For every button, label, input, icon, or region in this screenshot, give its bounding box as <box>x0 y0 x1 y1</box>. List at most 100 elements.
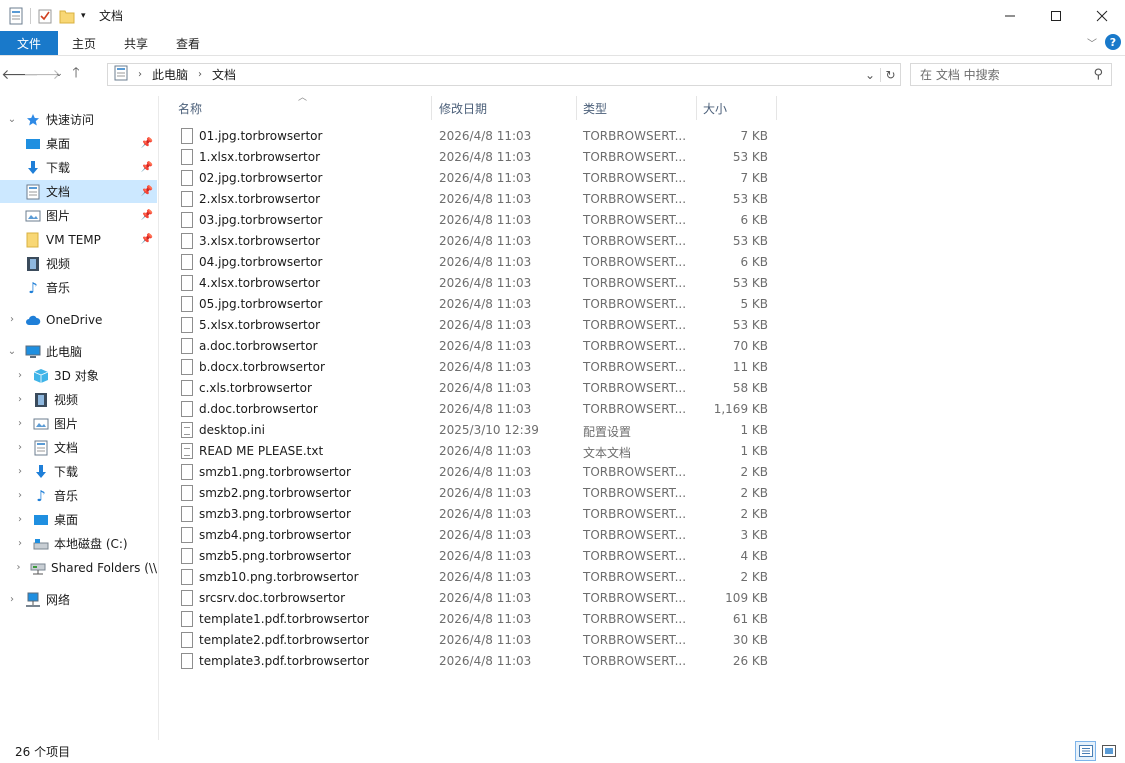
customize-dropdown-icon[interactable]: ▾ <box>81 7 91 25</box>
breadcrumb-documents[interactable]: 文档 <box>212 66 236 83</box>
nav-item-videos[interactable]: 视频 <box>0 252 157 275</box>
table-row[interactable]: smzb4.png.torbrowsertor 2026/4/8 11:03 TOR… <box>174 525 774 546</box>
nav-network[interactable]: › 网络 <box>0 588 157 611</box>
nav-item-documents[interactable]: 文档 📌 <box>0 180 157 203</box>
table-row[interactable]: template2.pdf.torbrowsertor 2026/4/8 11:0… <box>174 630 774 651</box>
search-icon[interactable]: ⚲ <box>1093 67 1103 82</box>
up-button[interactable]: 🡑 <box>65 63 87 85</box>
column-header-date[interactable]: 修改日期 <box>439 96 569 120</box>
nav-pc-videos[interactable]: › 视频 <box>0 388 157 411</box>
table-row[interactable]: smzb5.png.torbrowsertor 2026/4/8 11:03 TOR… <box>174 546 774 567</box>
nav-onedrive[interactable]: › OneDrive <box>0 308 157 331</box>
pin-icon[interactable]: 📌 <box>141 186 153 197</box>
nav-pc-3d-objects[interactable]: › 3D 对象 <box>0 364 157 387</box>
expand-ribbon-icon[interactable]: ﹀ <box>1087 35 1097 50</box>
nav-pc-local-disk[interactable]: › 本地磁盘 (C:) <box>0 532 157 555</box>
table-row[interactable]: 02.jpg.torbrowsertor 2026/4/8 11:03 TORBRO… <box>174 168 774 189</box>
nav-pc-shared-folders[interactable]: › Shared Folders (\\ <box>0 556 158 579</box>
details-view-button[interactable] <box>1075 741 1096 761</box>
table-row[interactable]: srcsrv.doc.torbrowsertor 2026/4/8 11:03 TO… <box>174 588 774 609</box>
pin-icon[interactable]: 📌 <box>141 210 153 221</box>
properties-icon[interactable] <box>37 7 53 25</box>
nav-quick-access[interactable]: ⌄ 快速访问 <box>0 108 157 131</box>
table-row[interactable]: 01.jpg.torbrowsertor 2026/4/8 11:03 TORBRO… <box>174 126 774 147</box>
table-row[interactable]: 1.xlsx.torbrowsertor 2026/4/8 11:03 TORBRO… <box>174 147 774 168</box>
breadcrumb-this-pc[interactable]: 此电脑 <box>152 66 188 83</box>
search-input[interactable]: 在 文档 中搜索 ⚲ <box>910 63 1112 86</box>
table-row[interactable]: READ ME PLEASE.txt 2026/4/8 11:03 文本文档 1 KB <box>174 441 774 462</box>
table-row[interactable]: smzb3.png.torbrowsertor 2026/4/8 11:03 TOR… <box>174 504 774 525</box>
table-row[interactable]: template3.pdf.torbrowsertor 2026/4/8 11:0… <box>174 651 774 672</box>
table-row[interactable]: 4.xlsx.torbrowsertor 2026/4/8 11:03 TORBRO… <box>174 273 774 294</box>
table-row[interactable]: 2.xlsx.torbrowsertor 2026/4/8 11:03 TORBRO… <box>174 189 774 210</box>
pin-icon[interactable]: 📌 <box>141 138 153 149</box>
nav-item-desktop[interactable]: 桌面 📌 <box>0 132 157 155</box>
expand-collapsed-icon[interactable]: › <box>7 314 17 325</box>
table-row[interactable]: template1.pdf.torbrowsertor 2026/4/8 11:0… <box>174 609 774 630</box>
table-row[interactable]: c.xls.torbrowsertor 2026/4/8 11:03 TORBROW… <box>174 378 774 399</box>
close-button[interactable] <box>1079 0 1125 31</box>
table-row[interactable]: desktop.ini 2025/3/10 12:39 配置设置 1 KB <box>174 420 774 441</box>
expand-collapsed-icon[interactable]: › <box>15 562 22 573</box>
column-divider[interactable] <box>696 96 697 120</box>
table-row[interactable]: smzb1.png.torbrowsertor 2026/4/8 11:03 TOR… <box>174 462 774 483</box>
table-row[interactable]: 3.xlsx.torbrowsertor 2026/4/8 11:03 TORBRO… <box>174 231 774 252</box>
expand-collapsed-icon[interactable]: › <box>7 594 17 605</box>
expand-collapsed-icon[interactable]: › <box>15 490 25 501</box>
nav-item-downloads[interactable]: 下载 📌 <box>0 156 157 179</box>
new-folder-icon[interactable] <box>59 7 75 25</box>
nav-pc-desktop[interactable]: › 桌面 <box>0 508 157 531</box>
tab-view[interactable]: 查看 <box>162 31 214 55</box>
nav-this-pc[interactable]: ⌄ 此电脑 <box>0 340 157 363</box>
table-row[interactable]: 5.xlsx.torbrowsertor 2026/4/8 11:03 TORBRO… <box>174 315 774 336</box>
expand-collapsed-icon[interactable]: › <box>15 466 25 477</box>
expand-collapsed-icon[interactable]: › <box>15 370 25 381</box>
column-header-size[interactable]: 大小 <box>703 96 773 120</box>
document-icon[interactable] <box>8 7 24 25</box>
tab-home[interactable]: 主页 <box>58 31 110 55</box>
refresh-icon[interactable]: ↻ <box>880 67 900 82</box>
nav-item-pictures[interactable]: 图片 📌 <box>0 204 157 227</box>
table-row[interactable]: a.doc.torbrowsertor 2026/4/8 11:03 TORBROW… <box>174 336 774 357</box>
table-row[interactable]: smzb10.png.torbrowsertor 2026/4/8 11:03 TO… <box>174 567 774 588</box>
expand-open-icon[interactable]: ⌄ <box>7 114 17 125</box>
help-icon[interactable]: ? <box>1105 34 1121 50</box>
table-row[interactable]: d.doc.torbrowsertor 2026/4/8 11:03 TORBROW… <box>174 399 774 420</box>
pin-icon[interactable]: 📌 <box>141 234 153 245</box>
column-divider[interactable] <box>776 96 777 120</box>
expand-collapsed-icon[interactable]: › <box>15 538 25 549</box>
expand-collapsed-icon[interactable]: › <box>15 418 25 429</box>
table-row[interactable]: b.docx.torbrowsertor 2026/4/8 11:03 TORBRO… <box>174 357 774 378</box>
column-header-type[interactable]: 类型 <box>583 96 688 120</box>
nav-pc-documents[interactable]: › 文档 <box>0 436 157 459</box>
maximize-button[interactable] <box>1033 0 1079 31</box>
table-row[interactable]: 05.jpg.torbrowsertor 2026/4/8 11:03 TORBRO… <box>174 294 774 315</box>
nav-item-vm-temp[interactable]: VM TEMP 📌 <box>0 228 157 251</box>
expand-open-icon[interactable]: ⌄ <box>7 346 17 357</box>
tab-file[interactable]: 文件 <box>0 31 58 55</box>
address-dropdown-icon[interactable]: ⌄ <box>860 68 880 82</box>
chevron-right-icon[interactable]: › <box>138 69 142 80</box>
nav-pc-pictures[interactable]: › 图片 <box>0 412 157 435</box>
column-header-name[interactable]: 名称 <box>178 96 428 120</box>
tab-share[interactable]: 共享 <box>110 31 162 55</box>
nav-item-music[interactable]: ♪ 音乐 <box>0 276 157 299</box>
minimize-button[interactable] <box>987 0 1033 31</box>
expand-collapsed-icon[interactable]: › <box>15 394 25 405</box>
expand-collapsed-icon[interactable]: › <box>15 514 25 525</box>
address-bar[interactable]: › 此电脑 › 文档 ⌄ ↻ <box>107 63 901 86</box>
expand-collapsed-icon[interactable]: › <box>15 442 25 453</box>
forward-button[interactable]: 🡒 <box>23 63 61 85</box>
table-row[interactable]: smzb2.png.torbrowsertor 2026/4/8 11:03 TOR… <box>174 483 774 504</box>
recent-locations-button[interactable]: ⌄ <box>53 63 65 85</box>
chevron-right-icon[interactable]: › <box>198 69 202 80</box>
column-divider[interactable] <box>576 96 577 120</box>
table-row[interactable]: 03.jpg.torbrowsertor 2026/4/8 11:03 TORBRO… <box>174 210 774 231</box>
nav-pc-music[interactable]: › ♪ 音乐 <box>0 484 157 507</box>
pin-icon[interactable]: 📌 <box>141 162 153 173</box>
large-icons-view-button[interactable] <box>1098 741 1119 761</box>
nav-pc-downloads[interactable]: › 下载 <box>0 460 157 483</box>
column-divider[interactable] <box>431 96 432 120</box>
table-row[interactable]: 04.jpg.torbrowsertor 2026/4/8 11:03 TORBRO… <box>174 252 774 273</box>
file-type: TORBROWSERT... <box>583 129 687 143</box>
